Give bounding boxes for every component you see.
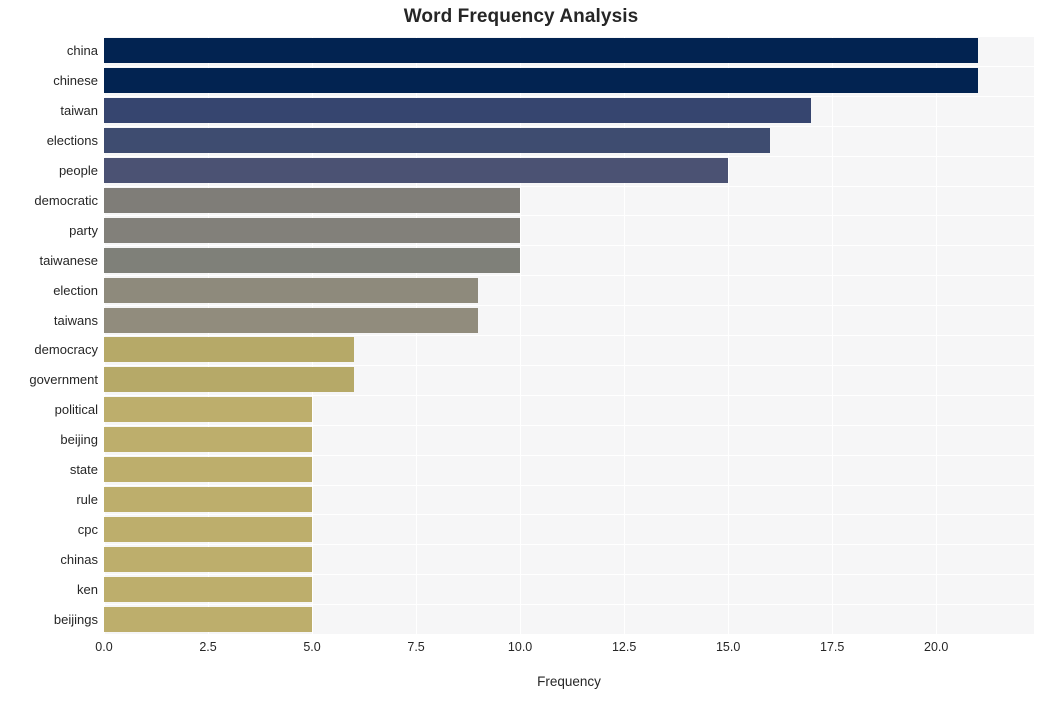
- gridline-horizontal: [104, 155, 1034, 157]
- gridline-horizontal: [104, 394, 1034, 396]
- bar: [104, 546, 313, 572]
- y-axis-tick-label: elections: [46, 133, 98, 149]
- y-axis-tick-label: ken: [77, 581, 98, 597]
- gridline-horizontal: [104, 305, 1034, 307]
- gridline-horizontal: [104, 125, 1034, 127]
- bar: [104, 68, 978, 94]
- x-axis-tick-label: 5.0: [303, 640, 321, 654]
- y-axis-tick-labels: china chinese taiwan elections people democra…: [0, 36, 98, 634]
- y-axis-tick-label: democratic: [34, 192, 98, 208]
- y-axis-tick-label: beijings: [53, 611, 98, 627]
- bar: [104, 38, 978, 64]
- gridline-horizontal: [104, 245, 1034, 247]
- bar: [104, 98, 812, 124]
- bar: [104, 187, 521, 213]
- bar: [104, 576, 313, 602]
- bar: [104, 486, 313, 512]
- x-axis-tick-label: 15.0: [715, 640, 741, 654]
- bar: [104, 337, 354, 363]
- x-axis-tick-label: 17.5: [820, 640, 845, 654]
- y-axis-tick-label: taiwanese: [39, 252, 98, 268]
- bar: [104, 367, 354, 393]
- y-axis-tick-label: party: [69, 222, 98, 238]
- plot-area: [104, 36, 1034, 634]
- y-axis-tick-label: cpc: [77, 521, 98, 537]
- gridline-horizontal: [104, 424, 1034, 426]
- gridline-horizontal: [104, 185, 1034, 187]
- gridline-horizontal: [104, 36, 1034, 37]
- gridline-horizontal: [104, 275, 1034, 277]
- bar: [104, 516, 313, 542]
- bar: [104, 457, 313, 483]
- y-axis-tick-label: government: [29, 372, 98, 388]
- gridline-horizontal: [104, 215, 1034, 217]
- gridline-horizontal: [104, 514, 1034, 516]
- y-axis-tick-label: election: [53, 282, 98, 298]
- x-axis-tick-label: 7.5: [407, 640, 425, 654]
- y-axis-tick-label: chinese: [53, 73, 98, 89]
- x-axis-tick-labels: 0.0 2.5 5.0 7.5 10.0 12.5 15.0 17.5 20.0: [0, 640, 1042, 660]
- bar: [104, 247, 521, 273]
- bar: [104, 397, 313, 423]
- y-axis-tick-label: political: [54, 402, 98, 418]
- gridline-horizontal: [104, 95, 1034, 97]
- y-axis-tick-label: democracy: [34, 342, 98, 358]
- bar: [104, 277, 479, 303]
- chart-title: Word Frequency Analysis: [403, 6, 639, 27]
- bar: [104, 606, 313, 632]
- y-axis-tick-label: beijing: [60, 432, 98, 448]
- y-axis-tick-label: people: [58, 163, 98, 179]
- x-axis-title: Frequency: [537, 674, 601, 689]
- gridline-horizontal: [104, 574, 1034, 576]
- word-frequency-chart: Word Frequency Analysis china chinese taiw…: [0, 0, 1042, 701]
- y-axis-tick-label: state: [69, 462, 98, 478]
- gridline-horizontal: [104, 364, 1034, 366]
- y-axis-tick-label: china: [66, 43, 98, 59]
- bar: [104, 217, 521, 243]
- gridline-horizontal: [104, 544, 1034, 546]
- gridline-horizontal: [104, 604, 1034, 606]
- bar: [104, 307, 479, 333]
- x-axis-tick-label: 0.0: [95, 640, 113, 654]
- gridline-horizontal: [104, 454, 1034, 456]
- x-axis-tick-label: 20.0: [924, 640, 949, 654]
- y-axis-tick-label: taiwans: [53, 312, 98, 328]
- y-axis-tick-label: taiwan: [60, 103, 98, 119]
- gridline-horizontal: [104, 65, 1034, 67]
- bar: [104, 427, 313, 453]
- bar: [104, 128, 770, 154]
- x-axis-tick-label: 2.5: [199, 640, 217, 654]
- bar: [104, 158, 729, 184]
- y-axis-tick-label: rule: [76, 491, 98, 507]
- gridline-horizontal: [104, 335, 1034, 336]
- x-axis-tick-label: 12.5: [611, 640, 637, 654]
- x-axis-tick-label: 10.0: [507, 640, 533, 654]
- gridline-horizontal: [104, 484, 1034, 486]
- y-axis-tick-label: chinas: [60, 551, 98, 567]
